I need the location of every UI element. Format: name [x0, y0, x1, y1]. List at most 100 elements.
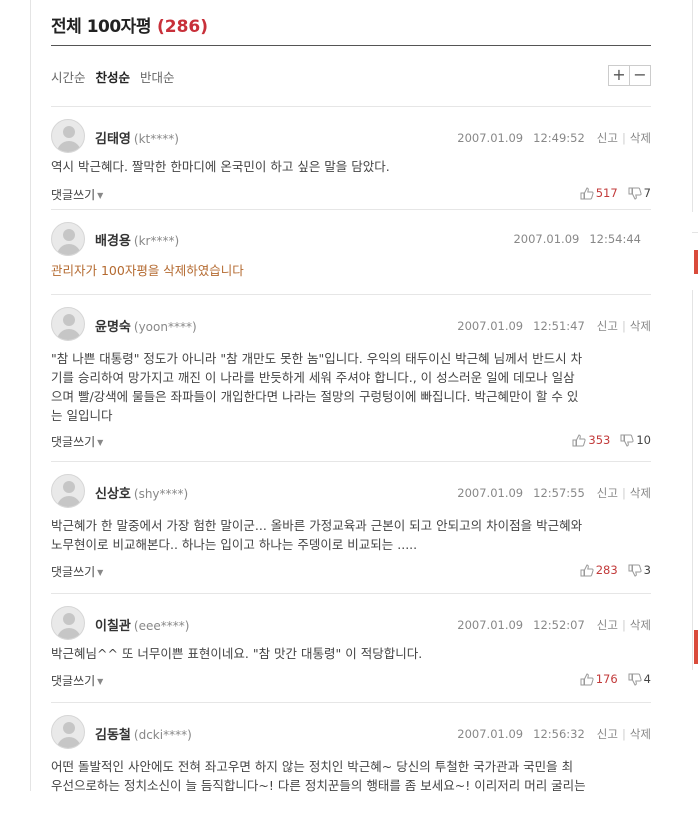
report-link[interactable]: 신고	[597, 726, 618, 742]
comment-text-line: 노무현이로 비교해본다.. 하나는 입이고 하나는 주뎅이로 비교되는 ....…	[51, 537, 418, 552]
comment-text: "참 나쁜 대통령" 정도가 아니라 "참 개만도 못한 놈"입니다. 우익의 …	[51, 349, 651, 425]
sort-tab-agree[interactable]: 찬성순	[96, 67, 131, 86]
like-count: 353	[588, 433, 611, 447]
comment-time: 12:56:32	[533, 727, 585, 741]
comment-meta: 2007.01.09 12:54:44	[513, 232, 641, 246]
reply-button[interactable]: 댓글쓰기 ▼	[51, 563, 103, 580]
comment-time: 12:57:55	[533, 486, 585, 500]
comment-time: 12:52:07	[533, 618, 585, 632]
comment-item: 김태영 (kt****) 2007.01.09 12:49:52 신고 | 삭제 역시…	[51, 107, 651, 210]
sort-tab-disagree[interactable]: 반대순	[140, 67, 175, 86]
comment-time: 12:49:52	[533, 131, 585, 145]
reply-label: 댓글쓰기	[51, 565, 96, 579]
right-panel-accent	[694, 250, 698, 274]
sort-tabs: 시간순 찬성순 반대순	[51, 67, 175, 86]
caret-down-icon: ▼	[97, 568, 104, 577]
delete-link[interactable]: 삭제	[630, 318, 651, 334]
comment-meta: 2007.01.09 12:49:52 신고 | 삭제	[457, 130, 651, 146]
comment-text: 박근혜가 한 말중에서 가장 험한 말이군... 올바른 가정교육과 근본이 되…	[51, 516, 651, 554]
comment-item: 김동철 (dcki****) 2007.01.09 12:56:32 신고 | 삭제 …	[51, 703, 651, 823]
reply-button[interactable]: 댓글쓰기 ▼	[51, 186, 103, 203]
thumbs-down-icon	[628, 187, 642, 200]
comment-time: 12:54:44	[589, 232, 641, 246]
removed-notice: 관리자가 100자평을 삭제하였습니다	[51, 263, 244, 278]
dislike-button[interactable]: 10	[620, 433, 651, 447]
author-name: 이칠관	[95, 619, 131, 634]
report-link[interactable]: 신고	[597, 617, 618, 633]
vote-controls: 176 4	[580, 672, 651, 686]
author: 이칠관 (eee****)	[95, 615, 189, 634]
author: 배경용 (kr****)	[95, 230, 179, 249]
comment-text: 어떤 돌발적인 사안에도 전혀 좌고우면 하지 않는 정치인 박근혜~ 당신의 …	[51, 757, 651, 795]
dislike-button[interactable]: 4	[628, 672, 651, 686]
comment-text-line: 어떤 돌발적인 사안에도 전혀 좌고우면 하지 않는 정치인 박근혜~ 당신의 …	[51, 759, 574, 774]
like-button[interactable]: 283	[580, 563, 618, 577]
right-panel-edge	[692, 232, 698, 233]
author-name: 신상호	[95, 487, 131, 502]
like-count: 517	[595, 186, 618, 200]
comment-count: (286)	[156, 17, 208, 37]
avatar	[51, 307, 85, 341]
like-count: 176	[595, 672, 618, 686]
author-id: (shy****)	[133, 487, 189, 501]
dislike-button[interactable]: 3	[628, 563, 651, 577]
comment-text-line: 으며 빨/강색에 물들은 좌파들이 개입한다면 나라는 절망의 구렁텅이에 빠집…	[51, 389, 579, 404]
comment-text: 역시 박근혜다. 짤막한 한마디에 온국민이 하고 싶은 말을 담았다.	[51, 159, 390, 174]
font-size-decrease-button[interactable]: −	[630, 65, 651, 86]
author-id: (eee****)	[133, 619, 190, 633]
comment-item: 배경용 (kr****) 2007.01.09 12:54:44 관리자가 100…	[51, 210, 651, 295]
author: 김동철 (dcki****)	[95, 724, 192, 743]
thumbs-up-icon	[572, 433, 586, 446]
comment-date: 2007.01.09	[457, 319, 524, 333]
report-link[interactable]: 신고	[597, 318, 618, 334]
thumbs-up-icon	[580, 563, 594, 576]
avatar	[51, 715, 85, 749]
like-button[interactable]: 353	[572, 433, 610, 447]
comment-meta: 2007.01.09 12:51:47 신고 | 삭제	[457, 318, 651, 334]
delete-link[interactable]: 삭제	[630, 130, 651, 146]
comment-text: 박근혜님^^ 또 너무이쁜 표현이네요. "참 맛간 대통령" 이 적당합니다.	[51, 646, 423, 661]
delete-link[interactable]: 삭제	[630, 617, 651, 633]
right-panel-edge	[692, 0, 693, 212]
comment-text-line: 기를 승리하여 망가지고 깨진 이 나라를 반듯하게 세워 주셔야 합니다., …	[51, 370, 575, 385]
section-title: 전체 100자평	[51, 17, 151, 37]
left-divider	[30, 0, 31, 791]
dislike-count: 10	[636, 433, 651, 447]
report-link[interactable]: 신고	[597, 130, 618, 146]
sort-bar: 시간순 찬성순 반대순 + −	[51, 46, 651, 107]
comment-meta: 2007.01.09 12:57:55 신고 | 삭제	[457, 485, 651, 501]
comment-date: 2007.01.09	[457, 727, 524, 741]
delete-link[interactable]: 삭제	[630, 485, 651, 501]
avatar	[51, 606, 85, 640]
delete-link[interactable]: 삭제	[630, 726, 651, 742]
author: 윤명숙 (yoon****)	[95, 316, 197, 335]
vote-controls: 353 10	[572, 433, 651, 447]
dislike-button[interactable]: 7	[628, 186, 651, 200]
like-button[interactable]: 176	[580, 672, 618, 686]
comment-item: 신상호 (shy****) 2007.01.09 12:57:55 신고 | 삭제 박…	[51, 462, 651, 594]
caret-down-icon: ▼	[97, 438, 104, 447]
right-panel-accent	[694, 630, 698, 664]
reply-label: 댓글쓰기	[51, 674, 96, 688]
comment-meta: 2007.01.09 12:56:32 신고 | 삭제	[457, 726, 651, 742]
font-size-increase-button[interactable]: +	[608, 65, 630, 86]
reply-button[interactable]: 댓글쓰기 ▼	[51, 433, 103, 450]
comment-text-line: "참 나쁜 대통령" 정도가 아니라 "참 개만도 못한 놈"입니다. 우익의 …	[51, 351, 583, 366]
thumbs-down-icon	[628, 673, 642, 686]
caret-down-icon: ▼	[97, 191, 104, 200]
author-id: (kr****)	[133, 234, 180, 248]
avatar	[51, 474, 85, 508]
thumbs-up-icon	[580, 186, 594, 199]
author-id: (kt****)	[133, 132, 179, 146]
like-button[interactable]: 517	[580, 186, 618, 200]
sort-tab-time[interactable]: 시간순	[51, 67, 86, 86]
like-count: 283	[595, 563, 618, 577]
author-name: 김동철	[95, 728, 131, 743]
author-id: (dcki****)	[133, 728, 192, 742]
thumbs-down-icon	[628, 564, 642, 577]
comment-text-line: 는 일입니다	[51, 408, 113, 423]
report-link[interactable]: 신고	[597, 485, 618, 501]
reply-label: 댓글쓰기	[51, 188, 96, 202]
comment-date: 2007.01.09	[457, 618, 524, 632]
reply-button[interactable]: 댓글쓰기 ▼	[51, 672, 103, 689]
